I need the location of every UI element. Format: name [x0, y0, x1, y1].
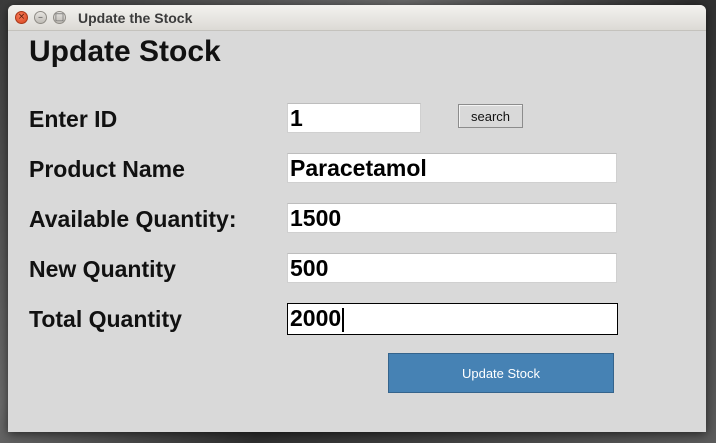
total-quantity-value: 2000: [290, 305, 342, 331]
total-quantity-label: Total Quantity: [29, 306, 182, 332]
window-title: Update the Stock: [78, 9, 193, 26]
product-name-label: Product Name: [29, 156, 185, 182]
id-input[interactable]: 1: [287, 103, 421, 133]
title-bar[interactable]: × – □ Update the Stock: [8, 5, 706, 31]
new-quantity-input[interactable]: 500: [287, 253, 617, 283]
form-area: Update Stock Enter ID 1 search Product N…: [8, 31, 706, 432]
search-button[interactable]: search: [458, 104, 523, 128]
close-icon[interactable]: ×: [15, 11, 28, 24]
available-quantity-input[interactable]: 1500: [287, 203, 617, 233]
update-stock-button[interactable]: Update Stock: [388, 353, 614, 393]
product-name-input[interactable]: Paracetamol: [287, 153, 617, 183]
maximize-icon[interactable]: □: [53, 11, 66, 24]
total-quantity-input[interactable]: 2000: [287, 303, 618, 335]
text-cursor: [342, 307, 345, 332]
app-window: × – □ Update the Stock Update Stock Ente…: [8, 5, 706, 432]
minimize-icon[interactable]: –: [34, 11, 47, 24]
available-quantity-label: Available Quantity:: [29, 206, 237, 232]
new-quantity-label: New Quantity: [29, 256, 176, 282]
enter-id-label: Enter ID: [29, 106, 118, 132]
page-title: Update Stock: [29, 35, 221, 68]
